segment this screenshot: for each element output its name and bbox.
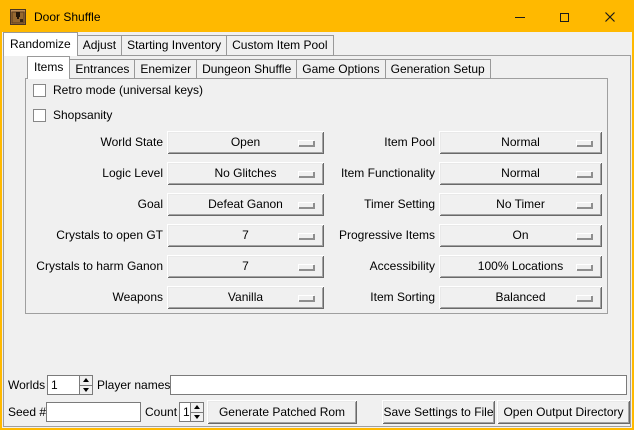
crystals-ganon-dropdown[interactable]: 7 [167,255,324,278]
option-row: Logic Level No Glitches Item Functionali… [2,162,632,185]
dropdown-indicator-icon [298,171,314,177]
dropdown-indicator-icon [576,233,592,239]
dropdown-indicator-icon [298,264,314,270]
dropdown-indicator-icon [298,140,314,146]
option-row: World State Open Item Pool Normal [2,131,632,154]
checkbox-icon [33,109,46,122]
dropdown-indicator-icon [298,295,314,301]
world-state-dropdown[interactable]: Open [167,131,324,154]
goal-label: Goal [30,193,163,216]
window-content: Randomize Adjust Starting Inventory Cust… [2,32,632,428]
app-window: Door Shuffle Randomize Adjust Starting I… [0,0,634,430]
seed-label: Seed # [8,402,46,422]
progressive-items-label: Progressive Items [322,224,435,247]
item-functionality-label: Item Functionality [322,162,435,185]
crystals-gt-dropdown[interactable]: 7 [167,224,324,247]
option-row: Crystals to harm Ganon 7 Accessibility 1… [2,255,632,278]
shopsanity-checkbox[interactable]: Shopsanity [33,108,112,122]
accessibility-label: Accessibility [322,255,435,278]
tab-enemizer[interactable]: Enemizer [135,59,197,79]
tab-randomize[interactable]: Randomize [3,32,78,56]
tab-adjust[interactable]: Adjust [78,35,122,56]
player-names-label: Player names [97,375,170,395]
randomize-sub-tab-bar: Items Entrances Enemizer Dungeon Shuffle… [27,56,491,79]
crystals-gt-label: Crystals to open GT [30,224,163,247]
retro-mode-label: Retro mode (universal keys) [53,83,203,97]
item-pool-label: Item Pool [322,131,435,154]
dropdown-indicator-icon [576,171,592,177]
option-row: Crystals to open GT 7 Progressive Items … [2,224,632,247]
worlds-spin-buttons [79,375,93,395]
progressive-items-dropdown[interactable]: On [439,224,602,247]
close-icon [605,12,615,22]
minimize-button[interactable] [497,2,542,32]
dropdown-indicator-icon [576,295,592,301]
main-tab-bar: Randomize Adjust Starting Inventory Cust… [3,32,334,56]
checkbox-icon [33,84,46,97]
seed-input[interactable] [46,402,141,422]
weapons-dropdown[interactable]: Vanilla [167,286,324,309]
open-output-directory-button[interactable]: Open Output Directory [497,400,630,424]
item-sorting-dropdown[interactable]: Balanced [439,286,602,309]
weapons-label: Weapons [30,286,163,309]
option-row: Weapons Vanilla Item Sorting Balanced [2,286,632,309]
maximize-icon [560,13,569,22]
crystals-ganon-label: Crystals to harm Ganon [30,255,163,278]
dropdown-indicator-icon [298,202,314,208]
up-arrow-icon[interactable] [190,402,204,413]
titlebar: Door Shuffle [2,2,632,32]
logic-level-label: Logic Level [30,162,163,185]
minimize-icon [515,17,525,18]
window-title: Door Shuffle [34,10,101,24]
tab-entrances[interactable]: Entrances [70,59,135,79]
count-label: Count [145,402,177,422]
logic-level-dropdown[interactable]: No Glitches [167,162,324,185]
tab-game-options[interactable]: Game Options [297,59,385,79]
option-row: Goal Defeat Ganon Timer Setting No Timer [2,193,632,216]
world-state-label: World State [30,131,163,154]
tab-custom-item-pool[interactable]: Custom Item Pool [227,35,333,56]
goal-dropdown[interactable]: Defeat Ganon [167,193,324,216]
tab-generation-setup[interactable]: Generation Setup [386,59,491,79]
save-settings-button[interactable]: Save Settings to File [382,400,495,424]
item-functionality-dropdown[interactable]: Normal [439,162,602,185]
timer-setting-dropdown[interactable]: No Timer [439,193,602,216]
count-input[interactable] [179,402,190,422]
app-icon [10,9,26,25]
generate-patched-rom-button[interactable]: Generate Patched Rom [207,400,357,424]
dropdown-indicator-icon [576,140,592,146]
shopsanity-label: Shopsanity [53,108,112,122]
item-sorting-label: Item Sorting [322,286,435,309]
tab-starting-inventory[interactable]: Starting Inventory [122,35,227,56]
tab-dungeon-shuffle[interactable]: Dungeon Shuffle [197,59,297,79]
down-arrow-icon[interactable] [190,413,204,423]
count-spinner [179,402,204,422]
accessibility-dropdown[interactable]: 100% Locations [439,255,602,278]
dropdown-indicator-icon [576,202,592,208]
tab-items[interactable]: Items [27,56,70,79]
timer-setting-label: Timer Setting [322,193,435,216]
item-pool-dropdown[interactable]: Normal [439,131,602,154]
retro-mode-checkbox[interactable]: Retro mode (universal keys) [33,83,203,97]
up-arrow-icon[interactable] [79,375,93,386]
dropdown-indicator-icon [576,264,592,270]
close-button[interactable] [587,2,632,32]
player-names-input[interactable] [170,375,627,395]
worlds-label: Worlds [8,375,45,395]
down-arrow-icon[interactable] [79,386,93,396]
maximize-button[interactable] [542,2,587,32]
worlds-spinner [47,375,93,395]
worlds-input[interactable] [47,375,79,395]
count-spin-buttons [190,402,204,422]
dropdown-indicator-icon [298,233,314,239]
window-controls [497,2,632,32]
